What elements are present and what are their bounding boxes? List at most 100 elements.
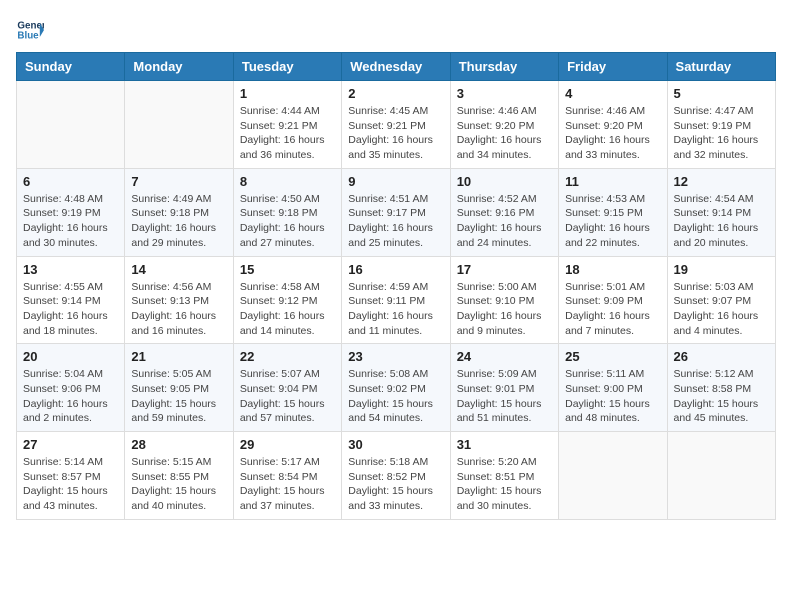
- calendar-cell: 29 Sunrise: 5:17 AMSunset: 8:54 PMDayligh…: [233, 432, 341, 520]
- calendar-cell: 15 Sunrise: 4:58 AMSunset: 9:12 PMDayligh…: [233, 256, 341, 344]
- calendar-cell: 22 Sunrise: 5:07 AMSunset: 9:04 PMDayligh…: [233, 344, 341, 432]
- calendar-cell: [559, 432, 667, 520]
- day-number: 6: [23, 174, 118, 189]
- calendar-cell: [667, 432, 775, 520]
- calendar-table: SundayMondayTuesdayWednesdayThursdayFrid…: [16, 52, 776, 520]
- calendar-cell: 17 Sunrise: 5:00 AMSunset: 9:10 PMDayligh…: [450, 256, 558, 344]
- calendar-cell: 4 Sunrise: 4:46 AMSunset: 9:20 PMDaylight…: [559, 81, 667, 169]
- calendar-cell: 27 Sunrise: 5:14 AMSunset: 8:57 PMDayligh…: [17, 432, 125, 520]
- day-info: Sunrise: 5:08 AMSunset: 9:02 PMDaylight:…: [348, 367, 443, 426]
- calendar-cell: 21 Sunrise: 5:05 AMSunset: 9:05 PMDayligh…: [125, 344, 233, 432]
- day-number: 25: [565, 349, 660, 364]
- calendar-header-friday: Friday: [559, 53, 667, 81]
- day-info: Sunrise: 5:15 AMSunset: 8:55 PMDaylight:…: [131, 455, 226, 514]
- day-number: 29: [240, 437, 335, 452]
- calendar-cell: 25 Sunrise: 5:11 AMSunset: 9:00 PMDayligh…: [559, 344, 667, 432]
- day-info: Sunrise: 4:50 AMSunset: 9:18 PMDaylight:…: [240, 192, 335, 251]
- day-info: Sunrise: 5:17 AMSunset: 8:54 PMDaylight:…: [240, 455, 335, 514]
- day-info: Sunrise: 4:47 AMSunset: 9:19 PMDaylight:…: [674, 104, 769, 163]
- day-number: 7: [131, 174, 226, 189]
- day-info: Sunrise: 5:01 AMSunset: 9:09 PMDaylight:…: [565, 280, 660, 339]
- day-number: 19: [674, 262, 769, 277]
- day-info: Sunrise: 5:18 AMSunset: 8:52 PMDaylight:…: [348, 455, 443, 514]
- calendar-week-row: 6Sunrise: 4:48 AMSunset: 9:19 PMDaylight…: [17, 168, 776, 256]
- day-number: 20: [23, 349, 118, 364]
- day-number: 31: [457, 437, 552, 452]
- calendar-cell: 18 Sunrise: 5:01 AMSunset: 9:09 PMDayligh…: [559, 256, 667, 344]
- day-info: Sunrise: 5:20 AMSunset: 8:51 PMDaylight:…: [457, 455, 552, 514]
- day-number: 21: [131, 349, 226, 364]
- calendar-header-saturday: Saturday: [667, 53, 775, 81]
- day-number: 3: [457, 86, 552, 101]
- day-number: 10: [457, 174, 552, 189]
- calendar-cell: 7 Sunrise: 4:49 AMSunset: 9:18 PMDaylight…: [125, 168, 233, 256]
- day-number: 11: [565, 174, 660, 189]
- calendar-cell: 11 Sunrise: 4:53 AMSunset: 9:15 PMDayligh…: [559, 168, 667, 256]
- day-number: 18: [565, 262, 660, 277]
- day-info: Sunrise: 4:56 AMSunset: 9:13 PMDaylight:…: [131, 280, 226, 339]
- calendar-week-row: 1Sunrise: 4:44 AMSunset: 9:21 PMDaylight…: [17, 81, 776, 169]
- day-number: 27: [23, 437, 118, 452]
- day-info: Sunrise: 4:51 AMSunset: 9:17 PMDaylight:…: [348, 192, 443, 251]
- day-info: Sunrise: 4:58 AMSunset: 9:12 PMDaylight:…: [240, 280, 335, 339]
- day-info: Sunrise: 5:00 AMSunset: 9:10 PMDaylight:…: [457, 280, 552, 339]
- day-number: 17: [457, 262, 552, 277]
- calendar-header-monday: Monday: [125, 53, 233, 81]
- day-info: Sunrise: 5:09 AMSunset: 9:01 PMDaylight:…: [457, 367, 552, 426]
- day-info: Sunrise: 5:07 AMSunset: 9:04 PMDaylight:…: [240, 367, 335, 426]
- day-info: Sunrise: 4:52 AMSunset: 9:16 PMDaylight:…: [457, 192, 552, 251]
- calendar-week-row: 20 Sunrise: 5:04 AMSunset: 9:06 PMDayligh…: [17, 344, 776, 432]
- day-number: 30: [348, 437, 443, 452]
- day-number: 8: [240, 174, 335, 189]
- day-number: 28: [131, 437, 226, 452]
- calendar-cell: 8 Sunrise: 4:50 AMSunset: 9:18 PMDaylight…: [233, 168, 341, 256]
- day-number: 22: [240, 349, 335, 364]
- day-info: Sunrise: 4:53 AMSunset: 9:15 PMDaylight:…: [565, 192, 660, 251]
- calendar-cell: 30 Sunrise: 5:18 AMSunset: 8:52 PMDayligh…: [342, 432, 450, 520]
- day-number: 23: [348, 349, 443, 364]
- day-info: Sunrise: 5:11 AMSunset: 9:00 PMDaylight:…: [565, 367, 660, 426]
- calendar-cell: 28 Sunrise: 5:15 AMSunset: 8:55 PMDayligh…: [125, 432, 233, 520]
- calendar-cell: 16 Sunrise: 4:59 AMSunset: 9:11 PMDayligh…: [342, 256, 450, 344]
- calendar-week-row: 13Sunrise: 4:55 AMSunset: 9:14 PMDayligh…: [17, 256, 776, 344]
- page-header: General Blue: [16, 16, 776, 44]
- day-info: Sunrise: 4:45 AMSunset: 9:21 PMDaylight:…: [348, 104, 443, 163]
- calendar-cell: 23 Sunrise: 5:08 AMSunset: 9:02 PMDayligh…: [342, 344, 450, 432]
- calendar-cell: 5 Sunrise: 4:47 AMSunset: 9:19 PMDaylight…: [667, 81, 775, 169]
- calendar-cell: 31 Sunrise: 5:20 AMSunset: 8:51 PMDayligh…: [450, 432, 558, 520]
- day-info: Sunrise: 4:54 AMSunset: 9:14 PMDaylight:…: [674, 192, 769, 251]
- calendar-cell: 24 Sunrise: 5:09 AMSunset: 9:01 PMDayligh…: [450, 344, 558, 432]
- calendar-cell: 26Sunrise: 5:12 AMSunset: 8:58 PMDayligh…: [667, 344, 775, 432]
- day-number: 13: [23, 262, 118, 277]
- calendar-cell: 20 Sunrise: 5:04 AMSunset: 9:06 PMDayligh…: [17, 344, 125, 432]
- day-info: Sunrise: 5:14 AMSunset: 8:57 PMDaylight:…: [23, 455, 118, 514]
- day-number: 9: [348, 174, 443, 189]
- day-info: Sunrise: 4:49 AMSunset: 9:18 PMDaylight:…: [131, 192, 226, 251]
- day-number: 2: [348, 86, 443, 101]
- day-number: 4: [565, 86, 660, 101]
- calendar-cell: 13Sunrise: 4:55 AMSunset: 9:14 PMDayligh…: [17, 256, 125, 344]
- day-info: Sunrise: 4:59 AMSunset: 9:11 PMDaylight:…: [348, 280, 443, 339]
- day-info: Sunrise: 4:46 AMSunset: 9:20 PMDaylight:…: [565, 104, 660, 163]
- calendar-cell: 2 Sunrise: 4:45 AMSunset: 9:21 PMDaylight…: [342, 81, 450, 169]
- calendar-header-wednesday: Wednesday: [342, 53, 450, 81]
- day-number: 5: [674, 86, 769, 101]
- day-info: Sunrise: 5:05 AMSunset: 9:05 PMDaylight:…: [131, 367, 226, 426]
- day-number: 16: [348, 262, 443, 277]
- day-number: 15: [240, 262, 335, 277]
- day-info: Sunrise: 5:12 AMSunset: 8:58 PMDaylight:…: [674, 367, 769, 426]
- day-info: Sunrise: 4:46 AMSunset: 9:20 PMDaylight:…: [457, 104, 552, 163]
- calendar-cell: 12Sunrise: 4:54 AMSunset: 9:14 PMDayligh…: [667, 168, 775, 256]
- calendar-header-thursday: Thursday: [450, 53, 558, 81]
- day-info: Sunrise: 5:04 AMSunset: 9:06 PMDaylight:…: [23, 367, 118, 426]
- calendar-header-sunday: Sunday: [17, 53, 125, 81]
- calendar-cell: 3 Sunrise: 4:46 AMSunset: 9:20 PMDaylight…: [450, 81, 558, 169]
- day-info: Sunrise: 4:44 AMSunset: 9:21 PMDaylight:…: [240, 104, 335, 163]
- logo: General Blue: [16, 16, 44, 44]
- calendar-header-tuesday: Tuesday: [233, 53, 341, 81]
- day-number: 14: [131, 262, 226, 277]
- calendar-cell: 19Sunrise: 5:03 AMSunset: 9:07 PMDayligh…: [667, 256, 775, 344]
- day-number: 24: [457, 349, 552, 364]
- logo-icon: General Blue: [16, 16, 44, 44]
- calendar-cell: 1Sunrise: 4:44 AMSunset: 9:21 PMDaylight…: [233, 81, 341, 169]
